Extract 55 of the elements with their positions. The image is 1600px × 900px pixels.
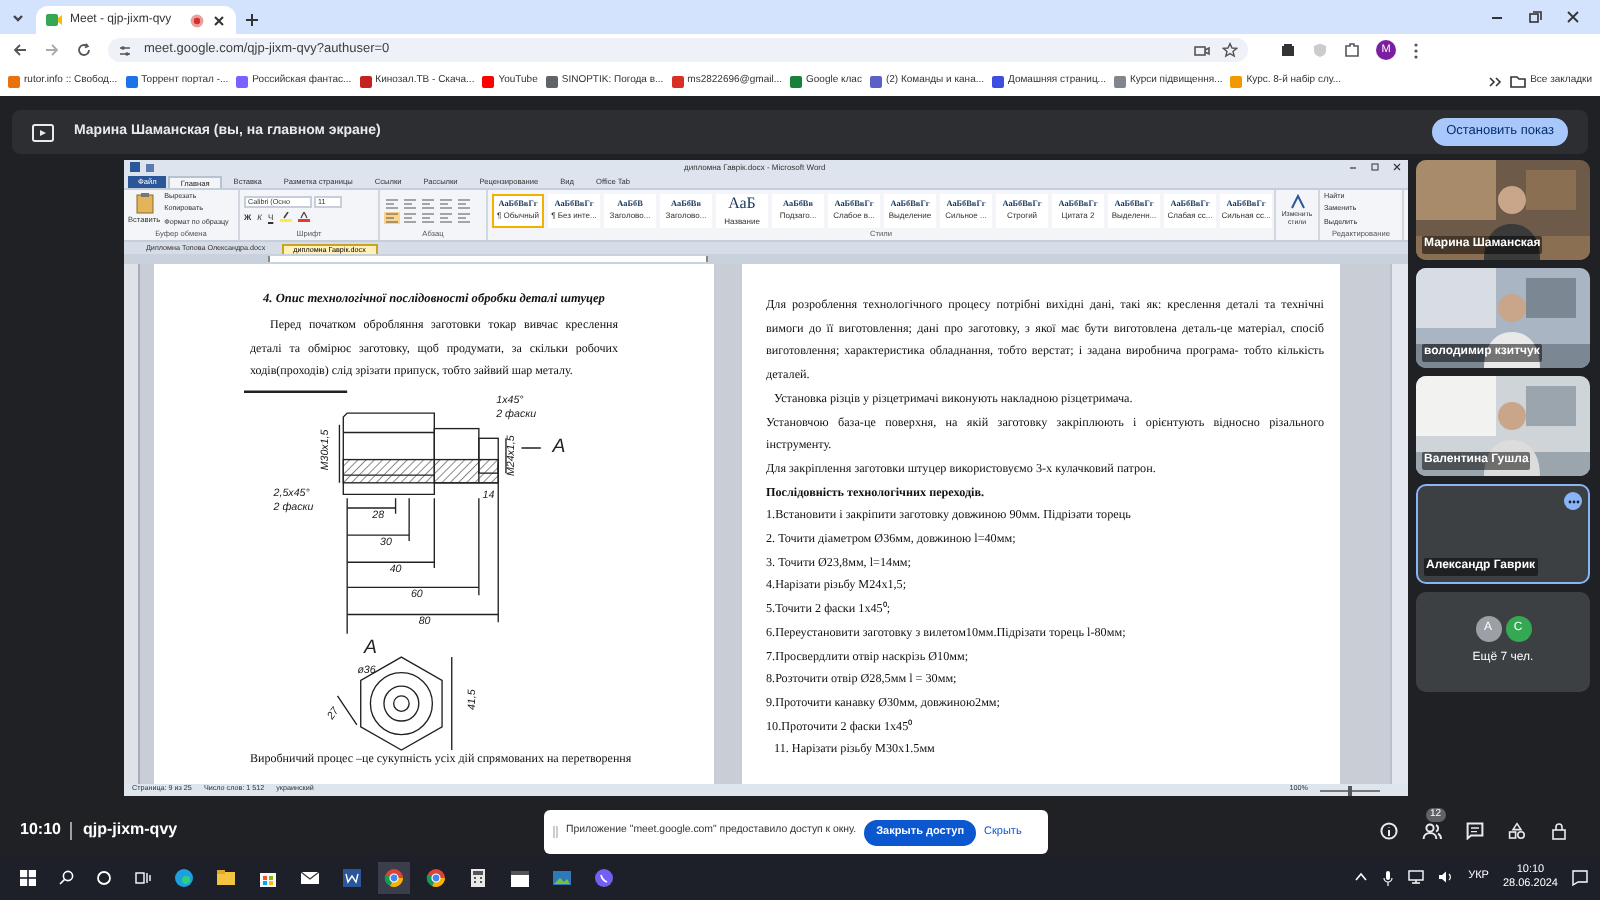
recording-icon [190,13,204,27]
dimension-label: А [363,637,377,660]
star-icon[interactable] [1222,42,1238,58]
close-icon[interactable] [212,13,226,27]
restore-icon[interactable] [1370,162,1380,172]
chevron-up-icon[interactable] [1354,872,1369,882]
meeting-code: qjp-jixm-qvy [82,818,178,842]
scrollbar[interactable] [1390,264,1408,784]
close-icon[interactable] [1392,162,1402,172]
chat-icon[interactable] [1466,821,1484,839]
shapes-icon[interactable] [1508,821,1526,839]
dimension-label: А [552,435,566,458]
new-tab-icon[interactable] [244,12,260,28]
lock-icon[interactable] [1550,821,1568,839]
store-icon[interactable] [258,867,278,887]
more-icon[interactable] [1412,41,1420,59]
back-icon[interactable] [12,42,28,58]
calculator-icon[interactable] [468,867,488,887]
chrome-icon[interactable] [426,867,446,887]
reload-icon[interactable] [76,42,92,58]
puzzle-icon[interactable] [1344,42,1360,58]
font-color-icon[interactable] [297,212,310,222]
microphone-icon[interactable] [1382,869,1395,885]
folder-icon [1510,75,1527,87]
tune-icon [118,43,132,57]
meeting-time: 10:10 [20,818,61,842]
clipboard-icon [135,192,154,215]
windows-icon[interactable] [20,869,36,885]
volume-icon[interactable] [1438,870,1455,884]
camera-icon[interactable] [1194,43,1210,57]
folder-icon[interactable] [216,867,236,887]
word-icon [130,162,140,172]
photos-icon[interactable] [552,867,572,887]
chevrons-icon[interactable] [1488,75,1503,87]
people-icon[interactable] [1422,821,1442,839]
notifications-icon[interactable] [1572,869,1588,885]
restore-icon[interactable] [1528,10,1542,24]
present-icon [32,123,54,141]
more-options-button[interactable] [1564,492,1582,510]
close-icon[interactable] [1566,10,1580,24]
mail-icon[interactable] [300,867,320,887]
info-icon[interactable] [1380,821,1398,839]
network-icon[interactable] [1408,870,1425,884]
search-icon[interactable] [58,869,74,885]
align-icon[interactable] [384,211,400,223]
drag-handle-icon [552,824,558,840]
viber-icon[interactable] [594,867,614,887]
task-view-icon[interactable] [134,869,152,885]
word-icon[interactable] [342,867,362,887]
highlighter-icon[interactable] [279,212,292,222]
chrome-icon[interactable] [384,867,404,887]
calendar-icon[interactable] [510,867,530,887]
meet-icon [46,12,62,28]
edge-icon[interactable] [174,867,194,887]
circle-icon[interactable] [96,869,112,885]
